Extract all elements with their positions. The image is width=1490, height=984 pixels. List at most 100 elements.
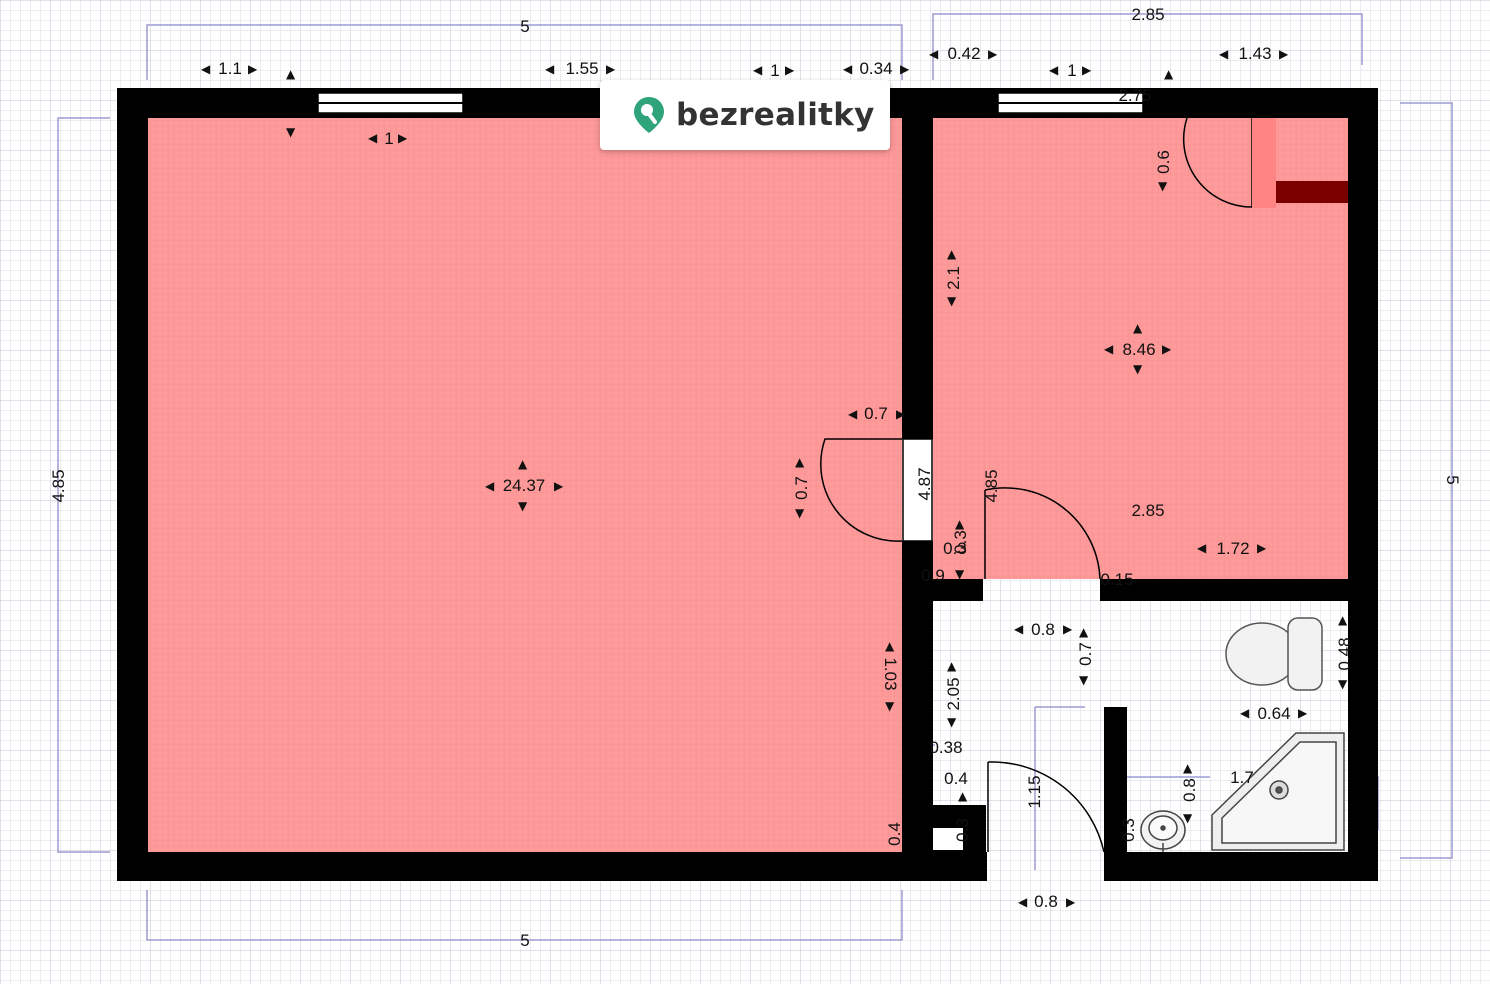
dim-label: 1.55 [565,59,598,78]
svg-text:▲: ▲ [947,659,957,673]
svg-text:◀: ◀ [201,62,211,76]
svg-text:▶: ▶ [988,47,998,61]
dim-label: 1.43 [1238,44,1271,63]
svg-text:▶: ▶ [1279,47,1289,61]
brand-logo: bezrealitky [600,80,890,150]
svg-text:▶: ▶ [896,407,906,421]
svg-text:▲: ▲ [958,789,968,803]
toilet-icon [1225,617,1323,691]
svg-text:▼: ▼ [1183,811,1193,825]
svg-text:▼: ▼ [947,715,957,729]
dim-label: 0.3 [953,818,972,842]
dim-right-overall: 5 [1443,475,1462,484]
svg-text:▼: ▼ [1133,362,1143,376]
svg-text:▲: ▲ [1079,625,1089,639]
svg-text:▶: ▶ [398,131,408,145]
svg-text:▼: ▼ [955,567,965,581]
svg-text:▲: ▲ [518,457,528,471]
dim-label: 0.7 [1076,642,1095,666]
dim-label: 0.9 [921,566,945,585]
svg-text:◀: ◀ [545,62,555,76]
svg-text:◀: ◀ [1240,706,1250,720]
dim-label: 0.4 [885,822,904,846]
svg-text:▲: ▲ [885,639,895,653]
dim-label: 2.85 [1131,501,1164,520]
svg-text:▶: ▶ [606,62,616,76]
svg-text:▶: ▶ [900,62,910,76]
svg-text:▶: ▶ [1082,63,1092,77]
living-room-area: 24.37 [503,476,546,495]
dim-label: 1 [1067,61,1076,80]
svg-text:▲: ▲ [955,517,965,531]
dim-label: 2.05 [944,677,963,710]
dim-label: 0.34 [859,59,892,78]
dim-label: 1.1 [218,59,242,78]
svg-text:◀: ◀ [929,47,939,61]
dim-label: 0.7 [864,404,888,423]
svg-text:▲: ▲ [947,247,957,261]
svg-text:◀: ◀ [1197,541,1207,555]
dim-label: 1 [770,61,779,80]
svg-text:◀: ◀ [485,479,495,493]
svg-text:◀: ◀ [1049,63,1059,77]
svg-text:▶: ▶ [554,479,564,493]
svg-text:▼: ▼ [795,506,805,520]
dim-label: 4.87 [915,467,934,500]
dim-label: 1.15 [1025,775,1044,808]
dim-label: 0.42 [947,44,980,63]
location-pin-icon [634,97,664,133]
dim-label: 0.64 [1257,704,1290,723]
dim-label: 0.38 [929,738,962,757]
svg-text:▶: ▶ [1066,895,1076,909]
svg-text:◀: ◀ [1104,342,1114,356]
dim-label: 2.75 [1118,86,1151,105]
dim-top-left-overall: 5 [520,17,529,36]
svg-text:◀: ◀ [1014,622,1024,636]
svg-text:▶: ▶ [1257,541,1267,555]
dim-label: 0.6 [1154,150,1173,174]
dim-top-right-overall: 2.85 [1131,5,1164,24]
dim-label: 0.15 [1100,570,1133,589]
svg-text:▲: ▲ [286,67,296,81]
svg-text:◀: ◀ [848,407,858,421]
svg-text:▲: ▲ [1133,321,1143,335]
dim-bottom-overall: 5 [520,931,529,950]
svg-text:◀: ◀ [368,131,378,145]
door-jamb-highlight [1252,118,1276,208]
bedroom-door-frame [1276,181,1348,203]
svg-text:▲: ▲ [1183,761,1193,775]
dim-label: 0.8 [1034,892,1058,911]
svg-text:▼: ▼ [947,294,957,308]
svg-text:◀: ◀ [1219,47,1229,61]
svg-text:▶: ▶ [248,62,258,76]
bedroom-area: 8.46 [1122,340,1155,359]
svg-text:◀: ◀ [843,62,853,76]
dim-label: 0.3 [1119,818,1138,842]
svg-text:▲: ▲ [1164,67,1174,81]
svg-text:▶: ▶ [785,63,795,77]
svg-text:▶: ▶ [1162,342,1172,356]
dim-label: 0.4 [944,769,968,788]
dim-label: 1 [384,129,393,148]
brand-name: bezrealitky [676,97,875,133]
dim-label: 0.3 [951,530,970,554]
svg-text:▼: ▼ [286,125,296,139]
svg-text:▲: ▲ [795,455,805,469]
svg-text:▼: ▼ [518,499,528,513]
dim-label: 1.7 [1230,768,1254,787]
svg-text:◀: ◀ [753,63,763,77]
svg-text:◀: ◀ [1018,895,1028,909]
svg-text:▼: ▼ [1079,673,1089,687]
dim-left-overall: 4.85 [49,469,68,502]
dim-label: 2.1 [944,266,963,290]
dim-label: 0.8 [1180,778,1199,802]
svg-text:▼: ▼ [885,699,895,713]
svg-text:▶: ▶ [1298,706,1308,720]
svg-text:▶: ▶ [1063,622,1073,636]
dim-label: 0.7 [792,476,811,500]
dim-label: 1.03 [881,657,900,690]
svg-text:▼: ▼ [1158,179,1168,193]
svg-text:▼: ▼ [1338,677,1348,691]
dim-label: 0.8 [1031,620,1055,639]
svg-text:▲: ▲ [1338,613,1348,627]
